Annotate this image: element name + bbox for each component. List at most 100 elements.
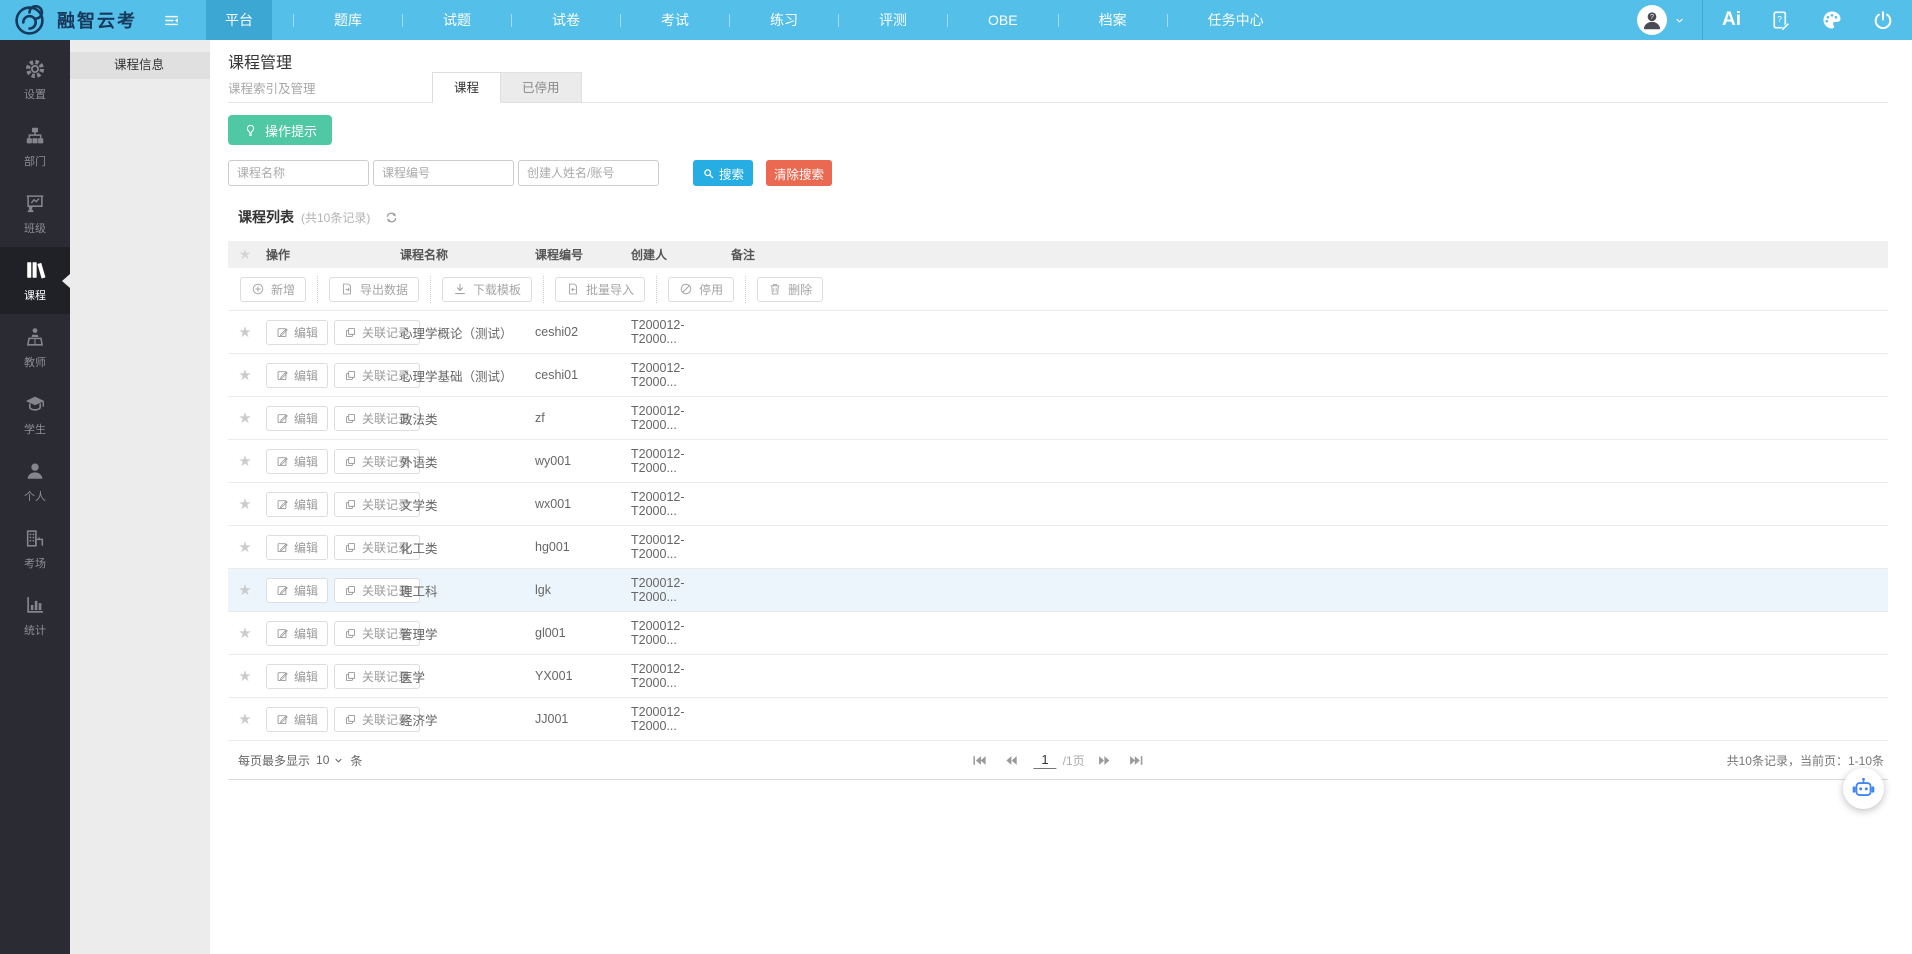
clear-search-button[interactable]: 清除搜索 (766, 160, 832, 186)
edit-pencil-icon (276, 584, 289, 597)
first-page-button[interactable] (970, 753, 988, 768)
last-page-button[interactable] (1128, 753, 1146, 768)
current-page-input[interactable]: 1 (1033, 752, 1056, 769)
search-button-label: 搜索 (719, 164, 744, 183)
edit-button[interactable]: 编辑 (266, 406, 328, 431)
edit-button[interactable]: 编辑 (266, 664, 328, 689)
top-navigation: 平台 题库 试题 试卷 考试 练习 评测 OBE 档案 任务中心 (206, 0, 1283, 40)
add-button[interactable]: 新增 (240, 277, 306, 302)
page-size-select[interactable]: 10 (316, 753, 344, 767)
star-icon[interactable]: ★ (238, 581, 251, 599)
prev-page-button[interactable] (1002, 753, 1020, 768)
download-template-button[interactable]: 下载模板 (442, 277, 532, 302)
user-avatar[interactable] (1637, 5, 1667, 35)
record-summary: 共10条记录，当前页：1-10条 (1727, 752, 1884, 769)
operation-tips-button[interactable]: 操作提示 (228, 115, 332, 145)
nav-item-platform[interactable]: 平台 (206, 0, 272, 40)
next-page-button[interactable] (1096, 753, 1114, 768)
edit-button[interactable]: 编辑 (266, 578, 328, 603)
table-header-row: ★ 操作 课程名称 课程编号 创建人 备注 (228, 241, 1888, 268)
course-name: 医学 (396, 667, 531, 686)
edit-button[interactable]: 编辑 (266, 707, 328, 732)
page-size-control: 每页最多显示 10 条 (238, 752, 362, 769)
star-icon[interactable]: ★ (238, 495, 251, 513)
edit-pencil-icon (276, 713, 289, 726)
export-data-button[interactable]: 导出数据 (329, 277, 419, 302)
edit-button[interactable]: 编辑 (266, 535, 328, 560)
edit-button[interactable]: 编辑 (266, 449, 328, 474)
books-icon (24, 259, 46, 281)
edit-button[interactable]: 编辑 (266, 492, 328, 517)
table-row[interactable]: ★ 编辑 关联记录 医学 YX001 T200012-T2000... (228, 655, 1888, 698)
star-icon[interactable]: ★ (238, 409, 251, 427)
nav-item-questions[interactable]: 试题 (424, 0, 490, 40)
main-sidebar: 设置 部门 班级 课程 教师 学生 个人 考场 (0, 40, 70, 954)
table-row[interactable]: ★ 编辑 关联记录 文学类 wx001 T200012-T2000... (228, 483, 1888, 526)
collapse-menu-icon[interactable] (163, 12, 180, 29)
table-row[interactable]: ★ 编辑 关联记录 政法类 zf T200012-T2000... (228, 397, 1888, 440)
table-row[interactable]: ★ 编辑 关联记录 心理学基础（测试） ceshi01 T200012-T200… (228, 354, 1888, 397)
star-icon[interactable]: ★ (238, 366, 251, 384)
creator-input[interactable] (518, 160, 659, 186)
star-icon[interactable]: ★ (238, 538, 251, 556)
robot-assistant-button[interactable] (1843, 768, 1884, 809)
star-icon[interactable]: ★ (238, 452, 251, 470)
table-row[interactable]: ★ 编辑 关联记录 经济学 JJ001 T200012-T2000... (228, 698, 1888, 741)
table-row[interactable]: ★ 编辑 关联记录 心理学概论（测试） ceshi02 T200012-T200… (228, 311, 1888, 354)
help-doc-icon[interactable] (1769, 9, 1792, 32)
star-icon[interactable]: ★ (238, 624, 251, 642)
related-records-icon (344, 584, 357, 597)
nav-item-practice[interactable]: 练习 (751, 0, 817, 40)
batch-import-button[interactable]: 批量导入 (555, 277, 645, 302)
avatar-dropdown-caret-icon[interactable] (1674, 15, 1685, 26)
nav-item-task-center[interactable]: 任务中心 (1189, 0, 1283, 40)
course-code: ceshi01 (531, 368, 627, 382)
search-button[interactable]: 搜索 (693, 160, 753, 186)
sidebar-item-teachers[interactable]: 教师 (0, 314, 70, 381)
delete-button[interactable]: 删除 (757, 277, 823, 302)
related-records-icon (344, 498, 357, 511)
sidebar-item-profile[interactable]: 个人 (0, 448, 70, 515)
star-icon[interactable]: ★ (238, 710, 251, 728)
edit-label: 编辑 (294, 711, 318, 728)
nav-item-question-bank[interactable]: 题库 (315, 0, 381, 40)
sidebar-item-label: 学生 (24, 421, 46, 437)
sidebar-item-statistics[interactable]: 统计 (0, 582, 70, 649)
edit-button[interactable]: 编辑 (266, 320, 328, 345)
course-name-input[interactable] (228, 160, 369, 186)
theme-palette-icon[interactable] (1820, 8, 1844, 32)
submenu-item-course-info[interactable]: 课程信息 (70, 52, 210, 79)
course-code: lgk (531, 583, 627, 597)
tab-disabled-courses[interactable]: 已停用 (501, 72, 582, 103)
sidebar-item-settings[interactable]: 设置 (0, 46, 70, 113)
disable-button[interactable]: 停用 (668, 277, 734, 302)
course-code-input[interactable] (373, 160, 514, 186)
sidebar-item-departments[interactable]: 部门 (0, 113, 70, 180)
edit-button[interactable]: 编辑 (266, 363, 328, 388)
tab-courses[interactable]: 课程 (432, 72, 501, 103)
ai-assistant-button[interactable]: Ai (1722, 9, 1741, 31)
table-row[interactable]: ★ 编辑 关联记录 管理学 gl001 T200012-T2000... (228, 612, 1888, 655)
edit-pencil-icon (276, 498, 289, 511)
table-row-highlighted[interactable]: ★ 编辑 关联记录 理工科 lgk T200012-T2000... (228, 569, 1888, 612)
nav-item-exams[interactable]: 考试 (642, 0, 708, 40)
logout-power-icon[interactable] (1872, 9, 1894, 31)
sidebar-item-exam-rooms[interactable]: 考场 (0, 515, 70, 582)
nav-item-papers[interactable]: 试卷 (533, 0, 599, 40)
course-creator: T200012-T2000... (627, 490, 727, 518)
sidebar-item-classes[interactable]: 班级 (0, 180, 70, 247)
edit-button[interactable]: 编辑 (266, 621, 328, 646)
star-icon[interactable]: ★ (238, 323, 251, 341)
edit-label: 编辑 (294, 668, 318, 685)
sidebar-item-students[interactable]: 学生 (0, 381, 70, 448)
page-size-value: 10 (316, 753, 329, 767)
course-name: 化工类 (396, 538, 531, 557)
nav-item-evaluation[interactable]: 评测 (860, 0, 926, 40)
table-row[interactable]: ★ 编辑 关联记录 外语类 wy001 T200012-T2000... (228, 440, 1888, 483)
table-row[interactable]: ★ 编辑 关联记录 化工类 hg001 T200012-T2000... (228, 526, 1888, 569)
star-icon[interactable]: ★ (238, 667, 251, 685)
nav-item-obe[interactable]: OBE (969, 0, 1037, 40)
refresh-icon[interactable] (384, 210, 399, 225)
sidebar-item-courses[interactable]: 课程 (0, 247, 70, 314)
nav-item-archives[interactable]: 档案 (1080, 0, 1146, 40)
